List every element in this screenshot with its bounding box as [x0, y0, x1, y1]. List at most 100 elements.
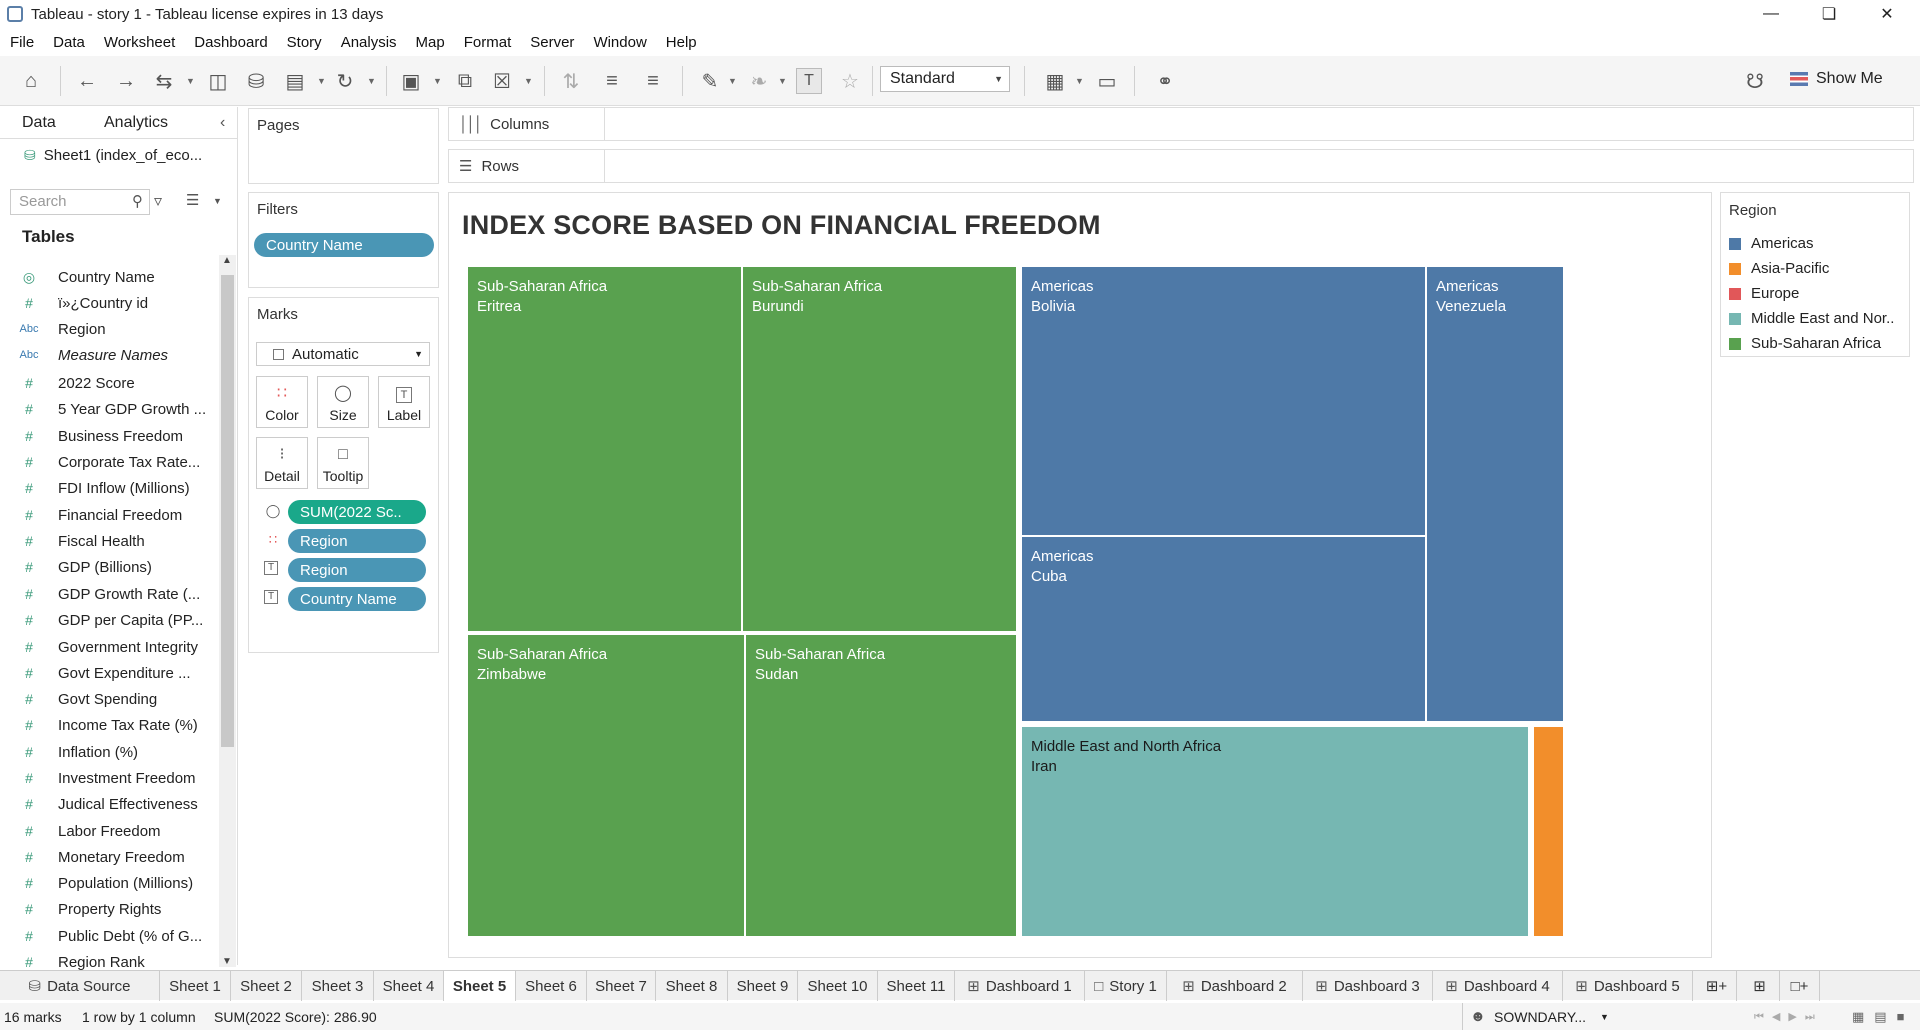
sheet-navigation-icons[interactable]: ⏮◀▶⏭: [1754, 1010, 1823, 1024]
share-icon[interactable]: ⚭: [1152, 68, 1178, 94]
status-user[interactable]: SOWNDARY...: [1494, 1009, 1586, 1025]
field-item[interactable]: # Business Freedom: [0, 425, 215, 447]
sheet-tab[interactable]: Sheet 5: [444, 971, 516, 1001]
field-item[interactable]: # Inflation (%): [0, 741, 215, 763]
sheet-tab[interactable]: Sheet 11: [878, 971, 955, 1001]
marks-pill-country-name-label[interactable]: Country Name: [288, 587, 426, 611]
field-item[interactable]: Abc Region: [0, 318, 215, 340]
chevron-down-icon[interactable]: ▼: [1600, 1012, 1609, 1022]
field-item[interactable]: # Govt Expenditure ...: [0, 662, 215, 684]
viz-view[interactable]: [448, 192, 1712, 958]
field-item[interactable]: # Public Debt (% of G...: [0, 925, 215, 947]
tab-data[interactable]: Data: [22, 114, 56, 132]
sheet-tab[interactable]: Sheet 4: [374, 971, 444, 1001]
minimize-icon[interactable]: —: [1742, 0, 1800, 28]
menu-server[interactable]: Server: [530, 34, 574, 51]
pages-card[interactable]: Pages: [248, 108, 439, 184]
menu-dashboard[interactable]: Dashboard: [194, 34, 267, 51]
field-item[interactable]: # Property Rights: [0, 898, 215, 920]
chevron-down-icon[interactable]: ▼: [213, 196, 222, 206]
field-item[interactable]: # Population (Millions): [0, 872, 215, 894]
show-cards-icon[interactable]: ▦: [1042, 68, 1068, 94]
new-worksheet-icon[interactable]: ▣: [398, 68, 424, 94]
sheet-tab[interactable]: ⊞ Dashboard 4: [1433, 971, 1563, 1001]
menu-analysis[interactable]: Analysis: [341, 34, 397, 51]
fit-select[interactable]: Standard ▼: [880, 66, 1010, 92]
field-item[interactable]: # ï»¿Country id: [0, 292, 215, 314]
menu-help[interactable]: Help: [666, 34, 697, 51]
clear-sheet-icon[interactable]: ☒: [489, 68, 515, 94]
marks-tooltip-button[interactable]: □ Tooltip: [317, 437, 369, 489]
chevron-down-icon[interactable]: ▼: [728, 76, 737, 86]
legend-item-asia-pacific[interactable]: Asia-Pacific: [1729, 260, 1829, 277]
columns-shelf[interactable]: │││ Columns: [448, 107, 1914, 141]
sheet-tab[interactable]: Sheet 1: [160, 971, 231, 1001]
swap-rows-columns-icon[interactable]: ⇅: [558, 68, 584, 94]
menu-story[interactable]: Story: [287, 34, 322, 51]
sheet-tab[interactable]: Sheet 2: [231, 971, 302, 1001]
chevron-down-icon[interactable]: ▼: [433, 76, 442, 86]
chevron-down-icon[interactable]: ▼: [317, 76, 326, 86]
marks-detail-button[interactable]: ⁝ Detail: [256, 437, 308, 489]
scroll-down-icon[interactable]: ▼: [222, 956, 232, 967]
restore-icon[interactable]: ❏: [1800, 0, 1858, 28]
field-item[interactable]: # GDP Growth Rate (...: [0, 583, 215, 605]
home-icon[interactable]: ⌂: [18, 68, 44, 94]
pause-updates-icon[interactable]: ▤: [282, 68, 308, 94]
scrollbar-thumb[interactable]: [221, 275, 234, 747]
field-item[interactable]: ◎ Country Name: [0, 266, 215, 288]
sheet-tab[interactable]: ⊞ Dashboard 3: [1303, 971, 1433, 1001]
field-item[interactable]: # Fiscal Health: [0, 530, 215, 552]
field-item[interactable]: # GDP (Billions): [0, 556, 215, 578]
fix-axes-icon[interactable]: ☆: [837, 68, 863, 94]
refresh-icon[interactable]: ↻: [332, 68, 358, 94]
sheet-tab[interactable]: Sheet 6: [516, 971, 587, 1001]
field-item[interactable]: # Govt Spending: [0, 688, 215, 710]
new-datasource-icon[interactable]: ⛁: [243, 68, 269, 94]
filters-card[interactable]: Filters Country Name: [248, 192, 439, 288]
format-painter-icon[interactable]: ☋: [1742, 68, 1768, 94]
field-item[interactable]: # FDI Inflow (Millions): [0, 477, 215, 499]
field-item[interactable]: # GDP per Capita (PP...: [0, 609, 215, 631]
sheet-tab[interactable]: Sheet 9: [728, 971, 798, 1001]
menu-map[interactable]: Map: [416, 34, 445, 51]
legend-item-middle-east[interactable]: Middle East and Nor..: [1729, 310, 1894, 327]
menu-format[interactable]: Format: [464, 34, 512, 51]
sheet-tab[interactable]: Sheet 10: [798, 971, 878, 1001]
chevron-down-icon[interactable]: ▼: [1075, 76, 1084, 86]
field-item[interactable]: #2022 Score: [0, 372, 215, 394]
region-legend[interactable]: Region Americas Asia-Pacific Europe Midd…: [1720, 192, 1910, 357]
sheet-tab[interactable]: Sheet 7: [587, 971, 656, 1001]
marks-label-button[interactable]: T Label: [378, 376, 430, 428]
marks-pill-region-color[interactable]: Region: [288, 529, 426, 553]
filter-fields-icon[interactable]: ▿: [154, 191, 162, 211]
collapse-pane-icon[interactable]: ‹: [220, 114, 225, 132]
show-labels-icon[interactable]: T: [796, 68, 822, 94]
presentation-mode-icon[interactable]: ▭: [1094, 68, 1120, 94]
sheet-tab[interactable]: Sheet 3: [302, 971, 374, 1001]
new-worksheet-icon[interactable]: ⊞+: [1697, 971, 1737, 1001]
field-item[interactable]: #5 Year GDP Growth ...: [0, 398, 215, 420]
duplicate-sheet-icon[interactable]: ⧉: [452, 68, 478, 94]
view-list-icon[interactable]: ☰: [186, 191, 199, 209]
save-icon[interactable]: ◫: [205, 68, 231, 94]
field-item[interactable]: # Corporate Tax Rate...: [0, 451, 215, 473]
sort-ascending-icon[interactable]: ≡: [599, 68, 625, 94]
undo-icon[interactable]: ←: [74, 68, 100, 94]
mark-type-select[interactable]: Automatic ▼: [256, 342, 430, 366]
scroll-up-icon[interactable]: ▲: [222, 255, 232, 266]
marks-pill-region-label[interactable]: Region: [288, 558, 426, 582]
sheet-tab[interactable]: ⛁ Data Source: [0, 971, 160, 1001]
menu-worksheet[interactable]: Worksheet: [104, 34, 175, 51]
marks-pill-sum-2022-score[interactable]: SUM(2022 Sc..: [288, 500, 426, 524]
new-story-icon[interactable]: □+: [1780, 971, 1820, 1001]
field-item[interactable]: # Income Tax Rate (%): [0, 714, 215, 736]
chevron-down-icon[interactable]: ▼: [186, 76, 195, 86]
close-icon[interactable]: ✕: [1858, 0, 1916, 28]
sheet-tab[interactable]: ⊞ Dashboard 1: [955, 971, 1085, 1001]
sheet-tab[interactable]: Sheet 8: [656, 971, 728, 1001]
marks-size-button[interactable]: ◯ Size: [317, 376, 369, 428]
menu-file[interactable]: File: [10, 34, 34, 51]
swap-flow-icon[interactable]: ⇆: [151, 68, 177, 94]
redo-icon[interactable]: →: [113, 68, 139, 94]
